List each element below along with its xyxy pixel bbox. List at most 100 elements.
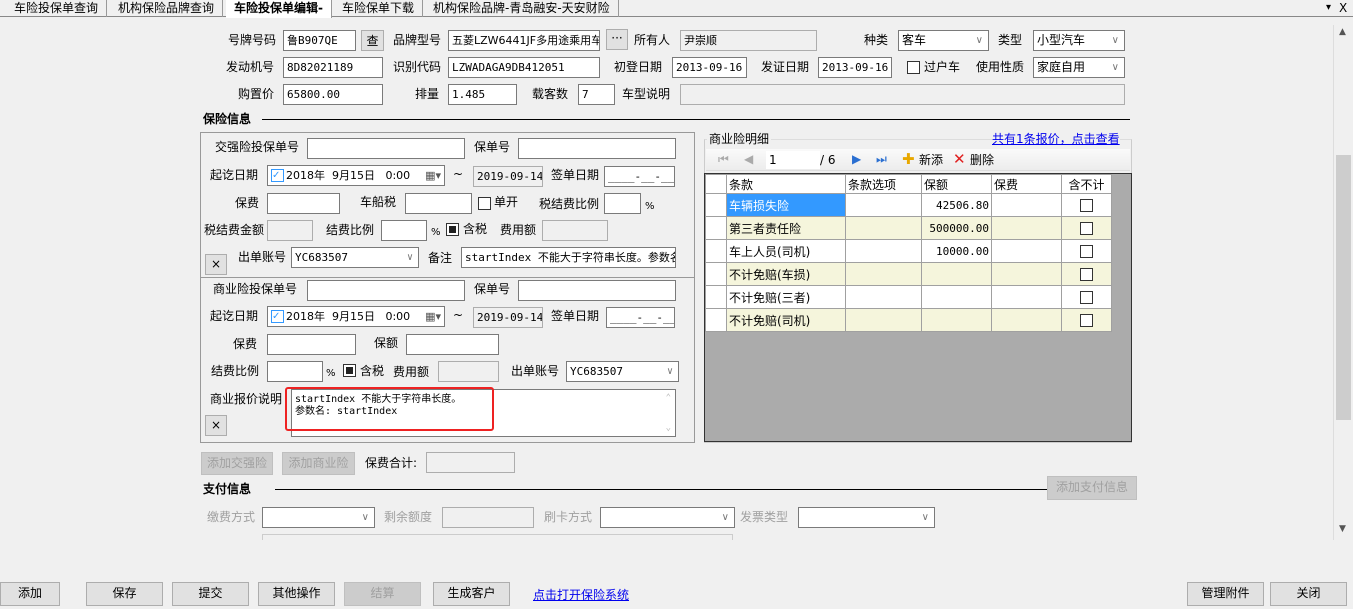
payment-extra-input[interactable] (262, 534, 733, 540)
reg-date-input[interactable]: 2013-09-16 (672, 57, 747, 78)
commercial-start-datepicker[interactable]: ✓ 2018年 9月15日 0:00 ▦▾ (267, 306, 445, 327)
premium-cell[interactable] (991, 262, 1062, 286)
deductible-cell[interactable] (1061, 308, 1112, 332)
tab-brand-query[interactable]: 机构保险品牌查询 (110, 0, 224, 17)
row-header[interactable] (705, 308, 727, 332)
compulsory-app-no-input[interactable] (307, 138, 465, 159)
compulsory-fee-amount-input[interactable] (542, 220, 608, 241)
remove-commercial-button[interactable]: × (205, 415, 227, 436)
add-icon[interactable]: ✚ (902, 150, 915, 168)
plate-lookup-button[interactable]: 查 (361, 30, 384, 51)
model-desc-input[interactable] (680, 84, 1125, 105)
commercial-tax-incl-checkbox[interactable] (343, 364, 356, 377)
col-header[interactable]: 含不计 (1061, 174, 1112, 194)
scroll-up-icon[interactable]: ▲ (1339, 27, 1346, 37)
engine-input[interactable]: 8D82021189 (283, 57, 383, 78)
commercial-sign-input[interactable]: ____-__-__ (606, 307, 675, 328)
manage-attachments-button[interactable]: 管理附件 (1187, 582, 1264, 606)
clause-cell[interactable]: 第三者责任险 (726, 216, 846, 240)
grid-row[interactable]: 第三者责任险 500000.00 (705, 216, 1112, 240)
col-header[interactable]: 条款 (726, 174, 846, 194)
premium-cell[interactable] (991, 285, 1062, 309)
next-page-icon[interactable]: ▶ (852, 152, 861, 166)
other-actions-button[interactable]: 其他操作 (258, 582, 335, 606)
tab-brand-detail[interactable]: 机构保险品牌-青岛融安-天安财险 (425, 0, 619, 17)
grid-row[interactable]: 车辆损失险 42506.80 (705, 193, 1112, 217)
payment-method-select[interactable]: ∨ (262, 507, 375, 528)
add-button[interactable]: 添加 (0, 582, 60, 606)
compulsory-end-input[interactable]: 2019-09-14 (473, 166, 543, 187)
insured-amount-cell[interactable] (921, 285, 992, 309)
deductible-checkbox[interactable] (1080, 245, 1093, 258)
premium-cell[interactable] (991, 216, 1062, 240)
clause-option-cell[interactable] (845, 262, 922, 286)
row-header[interactable] (705, 262, 727, 286)
clause-cell[interactable]: 车上人员(司机) (726, 239, 846, 263)
tax-fee-amount-input[interactable] (267, 220, 313, 241)
row-header[interactable] (705, 285, 727, 309)
commercial-account-select[interactable]: YC683507 ∨ (566, 361, 679, 382)
deductible-cell[interactable] (1061, 262, 1112, 286)
col-header[interactable]: 保费 (991, 174, 1062, 194)
delete-row-button[interactable]: 删除 (970, 151, 994, 169)
clause-option-cell[interactable] (845, 285, 922, 309)
invoice-type-select[interactable]: ∨ (798, 507, 935, 528)
compulsory-premium-input[interactable] (267, 193, 340, 214)
clause-option-cell[interactable] (845, 216, 922, 240)
quote-count-link[interactable]: 共有1条报价，点击查看 (992, 130, 1120, 148)
tab-policy-edit[interactable]: 车险投保单编辑- (226, 0, 332, 18)
kind-select[interactable]: 客车 ∨ (898, 30, 989, 51)
row-header[interactable] (705, 216, 727, 240)
page-input[interactable]: 1 (766, 151, 820, 169)
deductible-checkbox[interactable] (1080, 291, 1093, 304)
prev-page-icon[interactable]: ◀ (744, 152, 753, 166)
compulsory-policy-no-input[interactable] (518, 138, 676, 159)
grid-row[interactable]: 不计免赔(三者) (705, 285, 1112, 309)
vin-input[interactable]: LZWADAGA9DB412051 (448, 57, 600, 78)
price-input[interactable]: 65800.00 (283, 84, 383, 105)
brand-browse-button[interactable]: ··· (606, 29, 628, 50)
deductible-checkbox[interactable] (1080, 199, 1093, 212)
settle-button[interactable]: 结算 (344, 582, 421, 606)
add-commercial-button[interactable]: 添加商业险 (282, 452, 355, 475)
cert-date-input[interactable]: 2013-09-16 (818, 57, 892, 78)
commercial-policy-no-input[interactable] (518, 280, 676, 301)
first-page-icon[interactable]: ⏮ (718, 152, 729, 167)
textarea-scroll-down-icon[interactable]: ⌄ (666, 422, 671, 434)
tab-policy-query[interactable]: 车险投保单查询 (6, 0, 108, 17)
row-header[interactable] (705, 193, 727, 217)
brand-input[interactable]: 五菱LZW6441JF多用途乘用车 (448, 30, 600, 51)
start-enabled-checkbox[interactable]: ✓ (271, 169, 284, 182)
transfer-checkbox[interactable] (907, 61, 920, 74)
last-page-icon[interactable]: ⏭ (876, 152, 887, 167)
submit-button[interactable]: 提交 (172, 582, 249, 606)
commercial-app-no-input[interactable] (307, 280, 465, 301)
compulsory-fee-ratio-input[interactable] (381, 220, 427, 241)
seats-input[interactable]: 7 (578, 84, 615, 105)
open-insurance-system-link[interactable]: 点击打开保险系统 (533, 586, 629, 603)
vessel-tax-input[interactable] (405, 193, 472, 214)
commercial-insured-input[interactable] (406, 334, 499, 355)
balance-input[interactable] (442, 507, 534, 528)
tab-dropdown-icon[interactable]: ▾ (1326, 0, 1331, 18)
clause-option-cell[interactable] (845, 308, 922, 332)
grid-row[interactable]: 车上人员(司机) 10000.00 (705, 239, 1112, 263)
add-row-button[interactable]: 新添 (919, 151, 943, 169)
start-enabled-checkbox[interactable]: ✓ (271, 310, 284, 323)
calendar-icon[interactable]: ▦▾ (425, 307, 441, 326)
deductible-cell[interactable] (1061, 216, 1112, 240)
clause-cell[interactable]: 不计免赔(司机) (726, 308, 846, 332)
displacement-input[interactable]: 1.485 (448, 84, 517, 105)
delete-icon[interactable]: ✕ (953, 150, 966, 168)
deductible-checkbox[interactable] (1080, 268, 1093, 281)
premium-total-input[interactable] (426, 452, 515, 473)
insured-amount-cell[interactable] (921, 308, 992, 332)
remark-input[interactable]: startIndex 不能大于字符串长度。参数名: startIndex (461, 247, 676, 268)
premium-cell[interactable] (991, 193, 1062, 217)
create-customer-button[interactable]: 生成客户 (433, 582, 510, 606)
compulsory-start-datepicker[interactable]: ✓ 2018年 9月15日 0:00 ▦▾ (267, 165, 445, 186)
calendar-icon[interactable]: ▦▾ (425, 166, 441, 185)
textarea-scroll-up-icon[interactable]: ⌃ (666, 392, 671, 404)
owner-input[interactable]: 尹崇顺 (680, 30, 817, 51)
premium-cell[interactable] (991, 308, 1062, 332)
